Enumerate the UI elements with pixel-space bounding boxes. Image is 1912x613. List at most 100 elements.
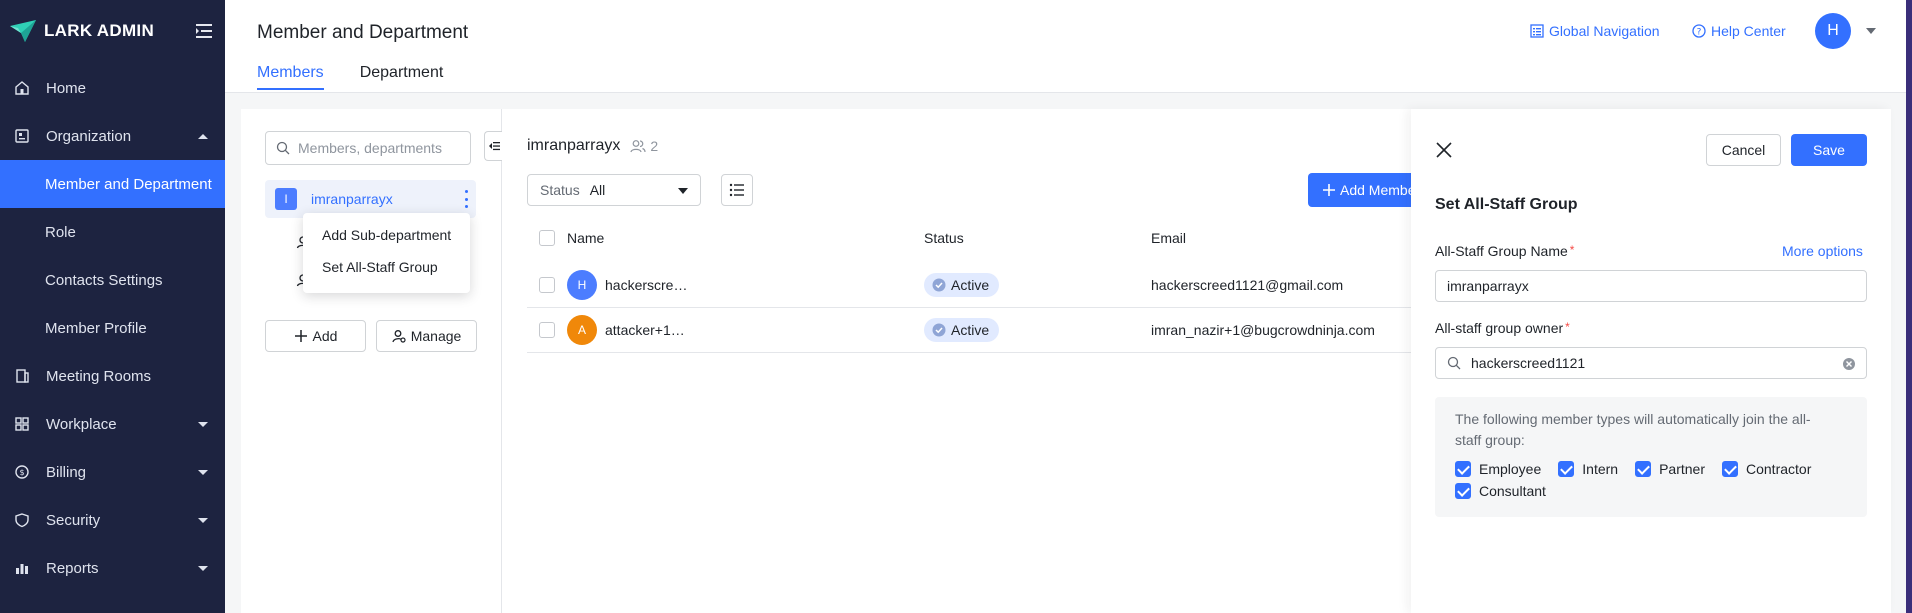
table-row[interactable]: H hackerscre… Active hackerscreed1121@gm… bbox=[527, 263, 1423, 308]
row-checkbox[interactable] bbox=[539, 277, 555, 293]
sidebar-item-workplace[interactable]: Workplace bbox=[0, 400, 225, 448]
sidebar-item-home[interactable]: Home bbox=[0, 64, 225, 112]
manage-button[interactable]: Manage bbox=[376, 320, 477, 352]
search-input[interactable] bbox=[298, 140, 448, 156]
member-type-employee[interactable]: Employee bbox=[1455, 461, 1541, 477]
checkbox-checked[interactable] bbox=[1722, 461, 1738, 477]
more-options-link[interactable]: More options bbox=[1782, 243, 1863, 259]
sidebar-item-label: Reports bbox=[46, 559, 99, 577]
status-filter-select[interactable]: Status All bbox=[527, 174, 701, 206]
group-name-value: imranparrayx bbox=[1447, 278, 1529, 294]
member-name[interactable]: attacker+1… bbox=[605, 322, 685, 338]
row-checkbox[interactable] bbox=[539, 322, 555, 338]
sidebar-item-billing[interactable]: $ Billing bbox=[0, 448, 225, 496]
select-all-checkbox[interactable] bbox=[539, 230, 555, 246]
checkbox-checked[interactable] bbox=[1635, 461, 1652, 477]
sidebar-item-reports[interactable]: Reports bbox=[0, 544, 225, 592]
member-name[interactable]: hackerscre… bbox=[605, 277, 687, 293]
menu-item-set-all-staff-group[interactable]: Set All-Staff Group bbox=[303, 251, 470, 283]
checkbox-checked[interactable] bbox=[1455, 461, 1471, 477]
drawer-title: Set All-Staff Group bbox=[1435, 196, 1578, 213]
help-center-link[interactable]: ? Help Center bbox=[1692, 23, 1786, 39]
chevron-down-icon bbox=[198, 421, 208, 427]
member-type-intern[interactable]: Intern bbox=[1558, 461, 1618, 477]
group-name-label-text: All-Staff Group Name bbox=[1435, 243, 1568, 259]
plus-icon bbox=[1323, 184, 1335, 196]
avatar: H bbox=[567, 270, 597, 300]
department-title: imranparrayx bbox=[527, 137, 621, 154]
grid-list-icon bbox=[1530, 24, 1544, 38]
sidebar: LARK ADMIN Home Organization Member and … bbox=[0, 0, 225, 613]
global-navigation-link[interactable]: Global Navigation bbox=[1530, 23, 1660, 39]
required-mark: * bbox=[1569, 243, 1575, 257]
search-icon bbox=[1447, 356, 1461, 370]
menu-collapse-icon[interactable] bbox=[194, 22, 214, 40]
status-filter-label: Status bbox=[540, 182, 580, 198]
avatar: A bbox=[567, 315, 597, 345]
member-type-contractor[interactable]: Contractor bbox=[1722, 461, 1811, 477]
add-department-button[interactable]: Add bbox=[265, 320, 366, 352]
sidebar-item-label: Member Profile bbox=[45, 319, 147, 337]
add-member-label: Add Member bbox=[1340, 182, 1421, 198]
sidebar-item-organization[interactable]: Organization bbox=[0, 112, 225, 160]
sidebar-item-label: Member and Department bbox=[45, 175, 212, 193]
sidebar-item-label: Billing bbox=[46, 463, 87, 481]
clear-icon[interactable] bbox=[1842, 357, 1856, 371]
add-label: Add bbox=[312, 328, 338, 344]
manage-label: Manage bbox=[410, 328, 462, 344]
department-name: imranparrayx bbox=[311, 191, 393, 207]
member-type-consultant[interactable]: Consultant bbox=[1455, 483, 1546, 499]
sidebar-item-security[interactable]: Security bbox=[0, 496, 225, 544]
collapse-left-icon bbox=[488, 142, 500, 151]
member-count-value: 2 bbox=[650, 138, 659, 154]
department-context-menu: Add Sub-department Set All-Staff Group bbox=[303, 213, 470, 293]
tab-department[interactable]: Department bbox=[360, 64, 444, 90]
search-icon bbox=[276, 141, 290, 155]
meeting-rooms-icon bbox=[14, 368, 30, 384]
sidebar-item-member-profile[interactable]: Member Profile bbox=[0, 304, 225, 352]
menu-item-add-sub-department[interactable]: Add Sub-department bbox=[303, 219, 470, 251]
cancel-button[interactable]: Cancel bbox=[1706, 134, 1781, 166]
sidebar-item-role[interactable]: Role bbox=[0, 208, 225, 256]
svg-text:?: ? bbox=[1697, 28, 1702, 38]
user-avatar[interactable]: H bbox=[1815, 13, 1851, 49]
chevron-down-icon bbox=[198, 565, 208, 571]
sidebar-item-meeting-rooms[interactable]: Meeting Rooms bbox=[0, 352, 225, 400]
department-search bbox=[265, 131, 471, 165]
column-name: Name bbox=[567, 230, 605, 246]
member-type-label: Employee bbox=[1479, 461, 1542, 477]
check-circle-icon bbox=[932, 278, 946, 292]
organization-icon bbox=[14, 128, 30, 144]
chevron-up-icon bbox=[198, 133, 208, 139]
sidebar-item-label: Workplace bbox=[46, 415, 117, 433]
sidebar-item-contacts-settings[interactable]: Contacts Settings bbox=[0, 256, 225, 304]
tab-bar: Members Department bbox=[257, 64, 479, 90]
required-mark: * bbox=[1565, 320, 1570, 334]
more-vertical-icon[interactable] bbox=[464, 190, 468, 208]
people-icon bbox=[630, 140, 646, 153]
sidebar-item-member-and-department[interactable]: Member and Department bbox=[0, 160, 225, 208]
column-status: Status bbox=[924, 230, 964, 246]
checkbox-checked[interactable] bbox=[1558, 461, 1575, 477]
member-type-label: Contractor bbox=[1746, 461, 1812, 477]
group-owner-input[interactable]: hackerscreed1121 bbox=[1435, 347, 1867, 379]
member-email: imran_nazir+1@bugcrowdninja.com bbox=[1151, 322, 1375, 338]
group-name-input[interactable]: imranparrayx bbox=[1435, 270, 1867, 302]
close-icon[interactable] bbox=[1435, 141, 1453, 159]
workplace-icon bbox=[14, 416, 30, 432]
member-type-partner[interactable]: Partner bbox=[1635, 461, 1705, 477]
table-row[interactable]: A attacker+1… Active imran_nazir+1@bugcr… bbox=[527, 308, 1423, 353]
member-email: hackerscreed1121@gmail.com bbox=[1151, 277, 1344, 293]
add-member-button[interactable]: Add Member bbox=[1308, 173, 1423, 207]
tab-members[interactable]: Members bbox=[257, 64, 324, 90]
status-label: Active bbox=[951, 277, 990, 293]
collapse-panel-button[interactable] bbox=[484, 131, 502, 161]
list-icon bbox=[729, 183, 744, 197]
sidebar-item-label: Security bbox=[46, 511, 101, 529]
column-settings-button[interactable] bbox=[721, 174, 753, 206]
chevron-down-icon[interactable] bbox=[1866, 28, 1876, 34]
brand: LARK ADMIN bbox=[0, 0, 225, 62]
chevron-down-icon bbox=[198, 469, 208, 475]
checkbox-checked[interactable] bbox=[1455, 483, 1471, 499]
save-button[interactable]: Save bbox=[1791, 134, 1867, 166]
